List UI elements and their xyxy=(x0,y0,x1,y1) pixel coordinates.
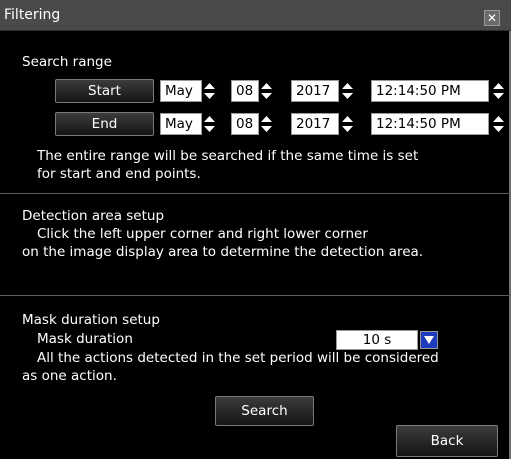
start-month-spinner-icon[interactable] xyxy=(202,80,217,102)
start-time-field[interactable]: 12:14:50 PM xyxy=(371,80,489,102)
start-time-spinner-icon[interactable] xyxy=(491,80,506,102)
search-range-note-line1: The entire range will be searched if the… xyxy=(37,148,419,164)
section-divider xyxy=(0,193,511,194)
end-month-field[interactable]: May xyxy=(160,113,202,135)
end-day-spinner-icon[interactable] xyxy=(259,113,274,135)
end-day-field[interactable]: 08 xyxy=(231,113,259,135)
title-bar: Filtering ✕ xyxy=(0,0,511,31)
close-button[interactable]: ✕ xyxy=(484,10,500,26)
mask-duration-label: Mask duration xyxy=(37,331,133,347)
start-day-spinner-icon[interactable] xyxy=(259,80,274,102)
end-time-spinner-icon[interactable] xyxy=(491,113,506,135)
mask-duration-select[interactable]: 10 s xyxy=(336,330,418,350)
back-button[interactable]: Back xyxy=(396,425,498,457)
section-divider xyxy=(0,295,511,296)
dialog-title: Filtering xyxy=(4,7,61,23)
end-year-field[interactable]: 2017 xyxy=(291,113,339,135)
detection-area-line2: on the image display area to determine t… xyxy=(22,244,424,260)
detection-area-heading: Detection area setup xyxy=(22,208,165,224)
end-time-field[interactable]: 12:14:50 PM xyxy=(371,113,489,135)
start-year-field[interactable]: 2017 xyxy=(291,80,339,102)
start-day-field[interactable]: 08 xyxy=(231,80,259,102)
start-month-field[interactable]: May xyxy=(160,80,202,102)
triangle-down-icon xyxy=(424,336,434,344)
detection-area-line1: Click the left upper corner and right lo… xyxy=(37,226,368,242)
search-range-heading: Search range xyxy=(22,54,112,70)
end-button[interactable]: End xyxy=(55,112,154,136)
start-year-spinner-icon[interactable] xyxy=(340,80,355,102)
search-range-note-line2: for start and end points. xyxy=(37,166,201,182)
mask-duration-note-line1: All the actions detected in the set peri… xyxy=(37,350,439,366)
end-month-spinner-icon[interactable] xyxy=(202,113,217,135)
filtering-dialog: Filtering ✕ Search range Start May 08 20… xyxy=(0,0,511,459)
close-icon: ✕ xyxy=(486,11,498,25)
mask-duration-note-line2: as one action. xyxy=(22,368,117,384)
start-button[interactable]: Start xyxy=(55,79,154,103)
mask-duration-heading: Mask duration setup xyxy=(22,312,160,328)
end-year-spinner-icon[interactable] xyxy=(340,113,355,135)
search-button[interactable]: Search xyxy=(215,396,314,426)
dropdown-arrow-button[interactable] xyxy=(420,331,438,349)
